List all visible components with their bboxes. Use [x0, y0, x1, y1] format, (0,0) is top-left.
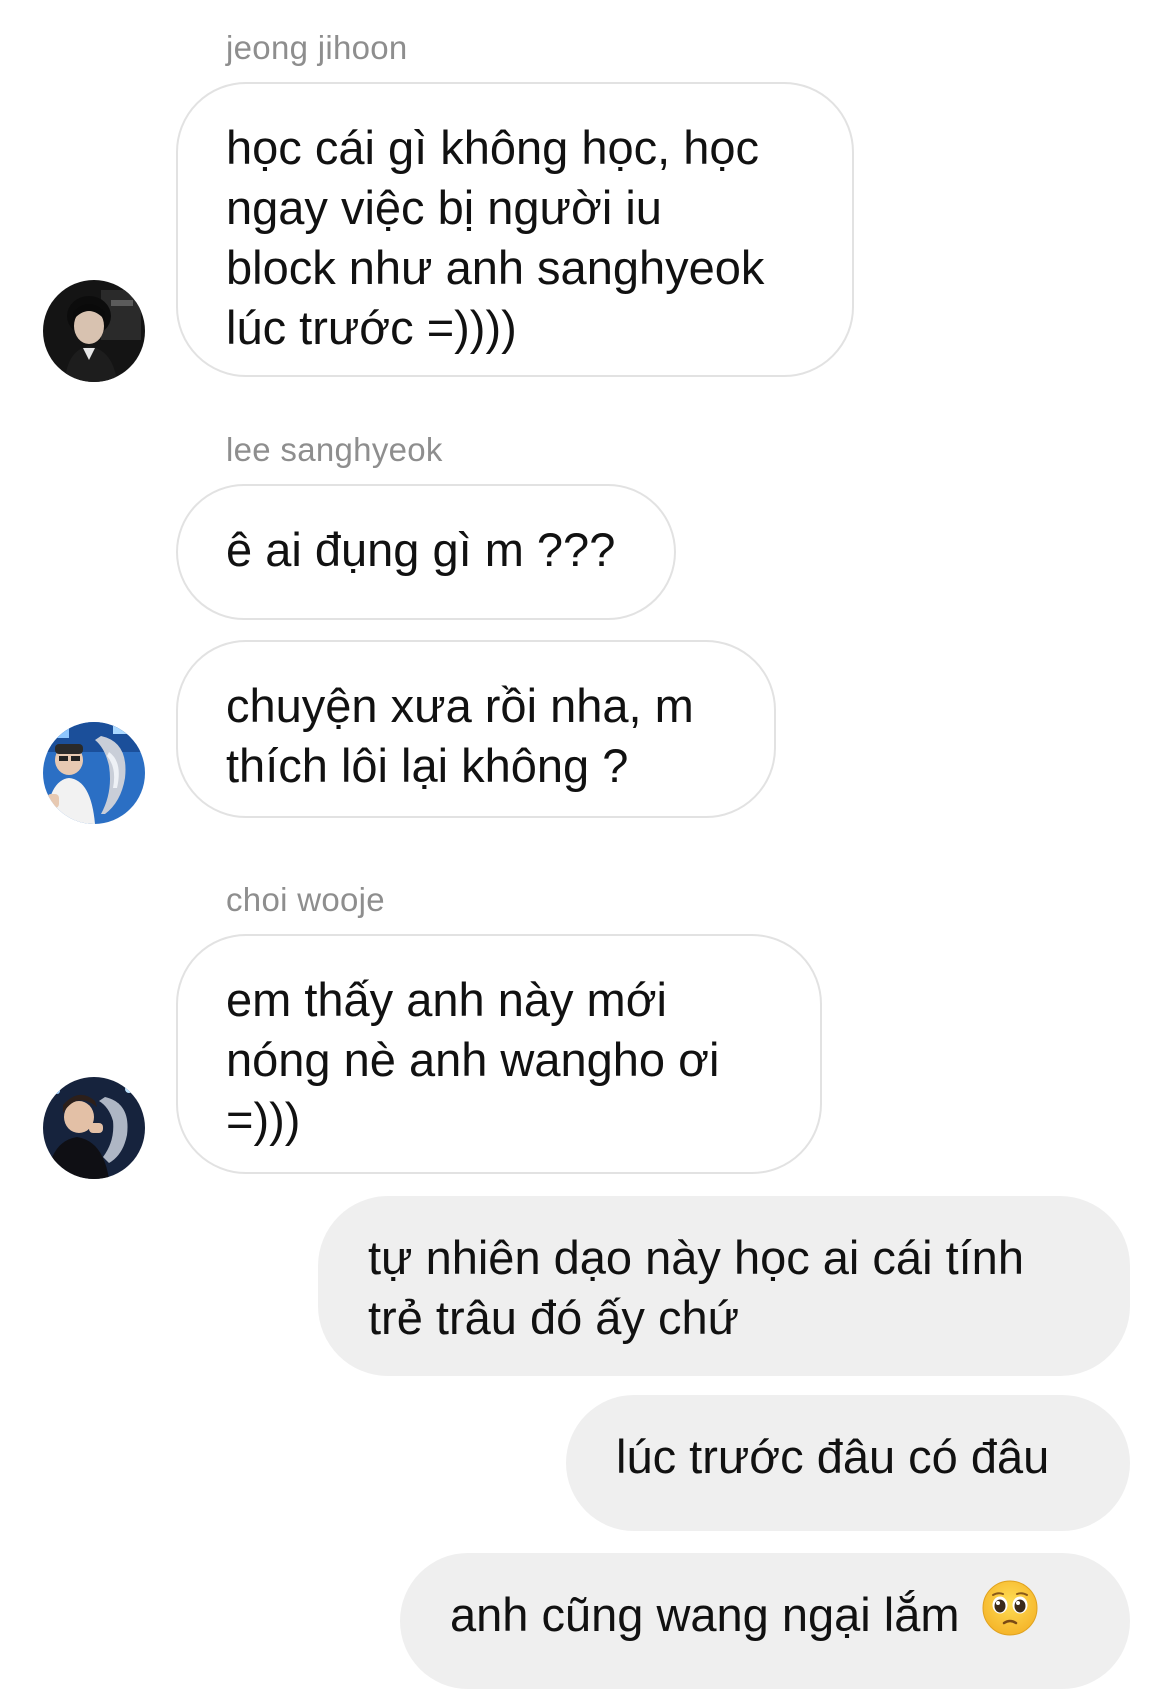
avatar-jeong-jihoon[interactable]	[43, 280, 145, 382]
avatar-lee-sanghyeok[interactable]	[43, 722, 145, 824]
avatar-choi-wooje[interactable]	[43, 1077, 145, 1179]
message-bubble-outgoing[interactable]: anh cũng wang ngại lắm	[400, 1553, 1130, 1689]
message-bubble-outgoing[interactable]: tự nhiên dạo này học ai cái tính trẻ trâ…	[318, 1196, 1130, 1376]
message-bubble-incoming[interactable]: ê ai đụng gì m ???	[176, 484, 676, 620]
message-bubble-incoming[interactable]: em thấy anh này mới nóng nè anh wangho ơ…	[176, 934, 822, 1174]
sender-name: choi wooje	[226, 881, 385, 918]
message-bubble-incoming[interactable]: chuyện xưa rồi nha, m thích lôi lại khôn…	[176, 640, 776, 818]
message-bubble-incoming[interactable]: học cái gì không học, học ngay việc bị n…	[176, 82, 854, 377]
pleading-face-emoji	[981, 1579, 1039, 1651]
message-bubble-outgoing[interactable]: lúc trước đâu có đâu	[566, 1395, 1130, 1531]
sender-name: lee sanghyeok	[226, 431, 443, 468]
sender-name: jeong jihoon	[226, 29, 408, 66]
message-text: anh cũng wang ngại lắm	[450, 1588, 960, 1641]
